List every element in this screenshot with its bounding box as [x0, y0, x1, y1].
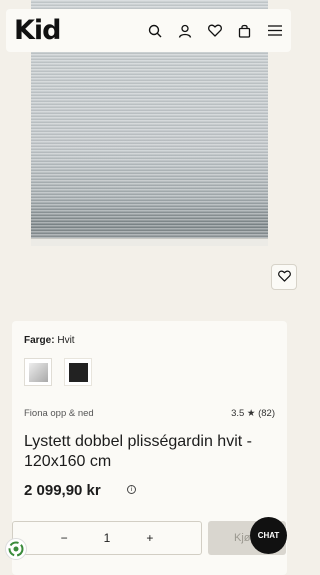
- swatch-hvit-color: [28, 362, 48, 382]
- chat-button[interactable]: CHAT: [250, 517, 287, 554]
- logo[interactable]: Kid: [14, 17, 62, 44]
- search-icon[interactable]: [146, 22, 163, 39]
- review-count: (82): [258, 408, 275, 419]
- swatch-hvit[interactable]: [24, 358, 52, 386]
- user-icon[interactable]: [176, 22, 193, 39]
- menu-icon[interactable]: [266, 22, 283, 39]
- heart-icon[interactable]: [206, 22, 223, 39]
- product-price: 2 099,90 kr: [24, 482, 101, 499]
- bag-icon[interactable]: [236, 22, 253, 39]
- swatch-sort-color: [68, 362, 88, 382]
- brand-name[interactable]: Fiona opp & ned: [24, 408, 94, 419]
- increase-quantity-button[interactable]: +: [146, 531, 153, 545]
- decrease-quantity-button[interactable]: −: [61, 531, 68, 545]
- info-icon[interactable]: i: [127, 485, 136, 494]
- quantity-value[interactable]: 1: [104, 531, 111, 545]
- rating[interactable]: 3.5 ★ (82): [231, 408, 275, 419]
- recycle-badge-icon[interactable]: [5, 538, 27, 560]
- add-to-wishlist-button[interactable]: [271, 264, 297, 290]
- rating-value: 3.5: [231, 408, 245, 419]
- swatch-sort[interactable]: [64, 358, 92, 386]
- color-label-value: Hvit: [57, 335, 75, 346]
- chat-label: CHAT: [257, 531, 280, 540]
- product-title: Lystett dobbel plisségardin hvit - 120x1…: [24, 433, 252, 470]
- heart-icon: [277, 270, 291, 285]
- site-header: Kid: [6, 9, 291, 52]
- product-image-rail: [31, 238, 268, 246]
- color-label-key: Farge:: [24, 335, 55, 346]
- star-icon: ★: [246, 408, 256, 419]
- color-label: Farge: Hvit: [24, 335, 75, 346]
- quantity-stepper: − 1 +: [12, 521, 202, 555]
